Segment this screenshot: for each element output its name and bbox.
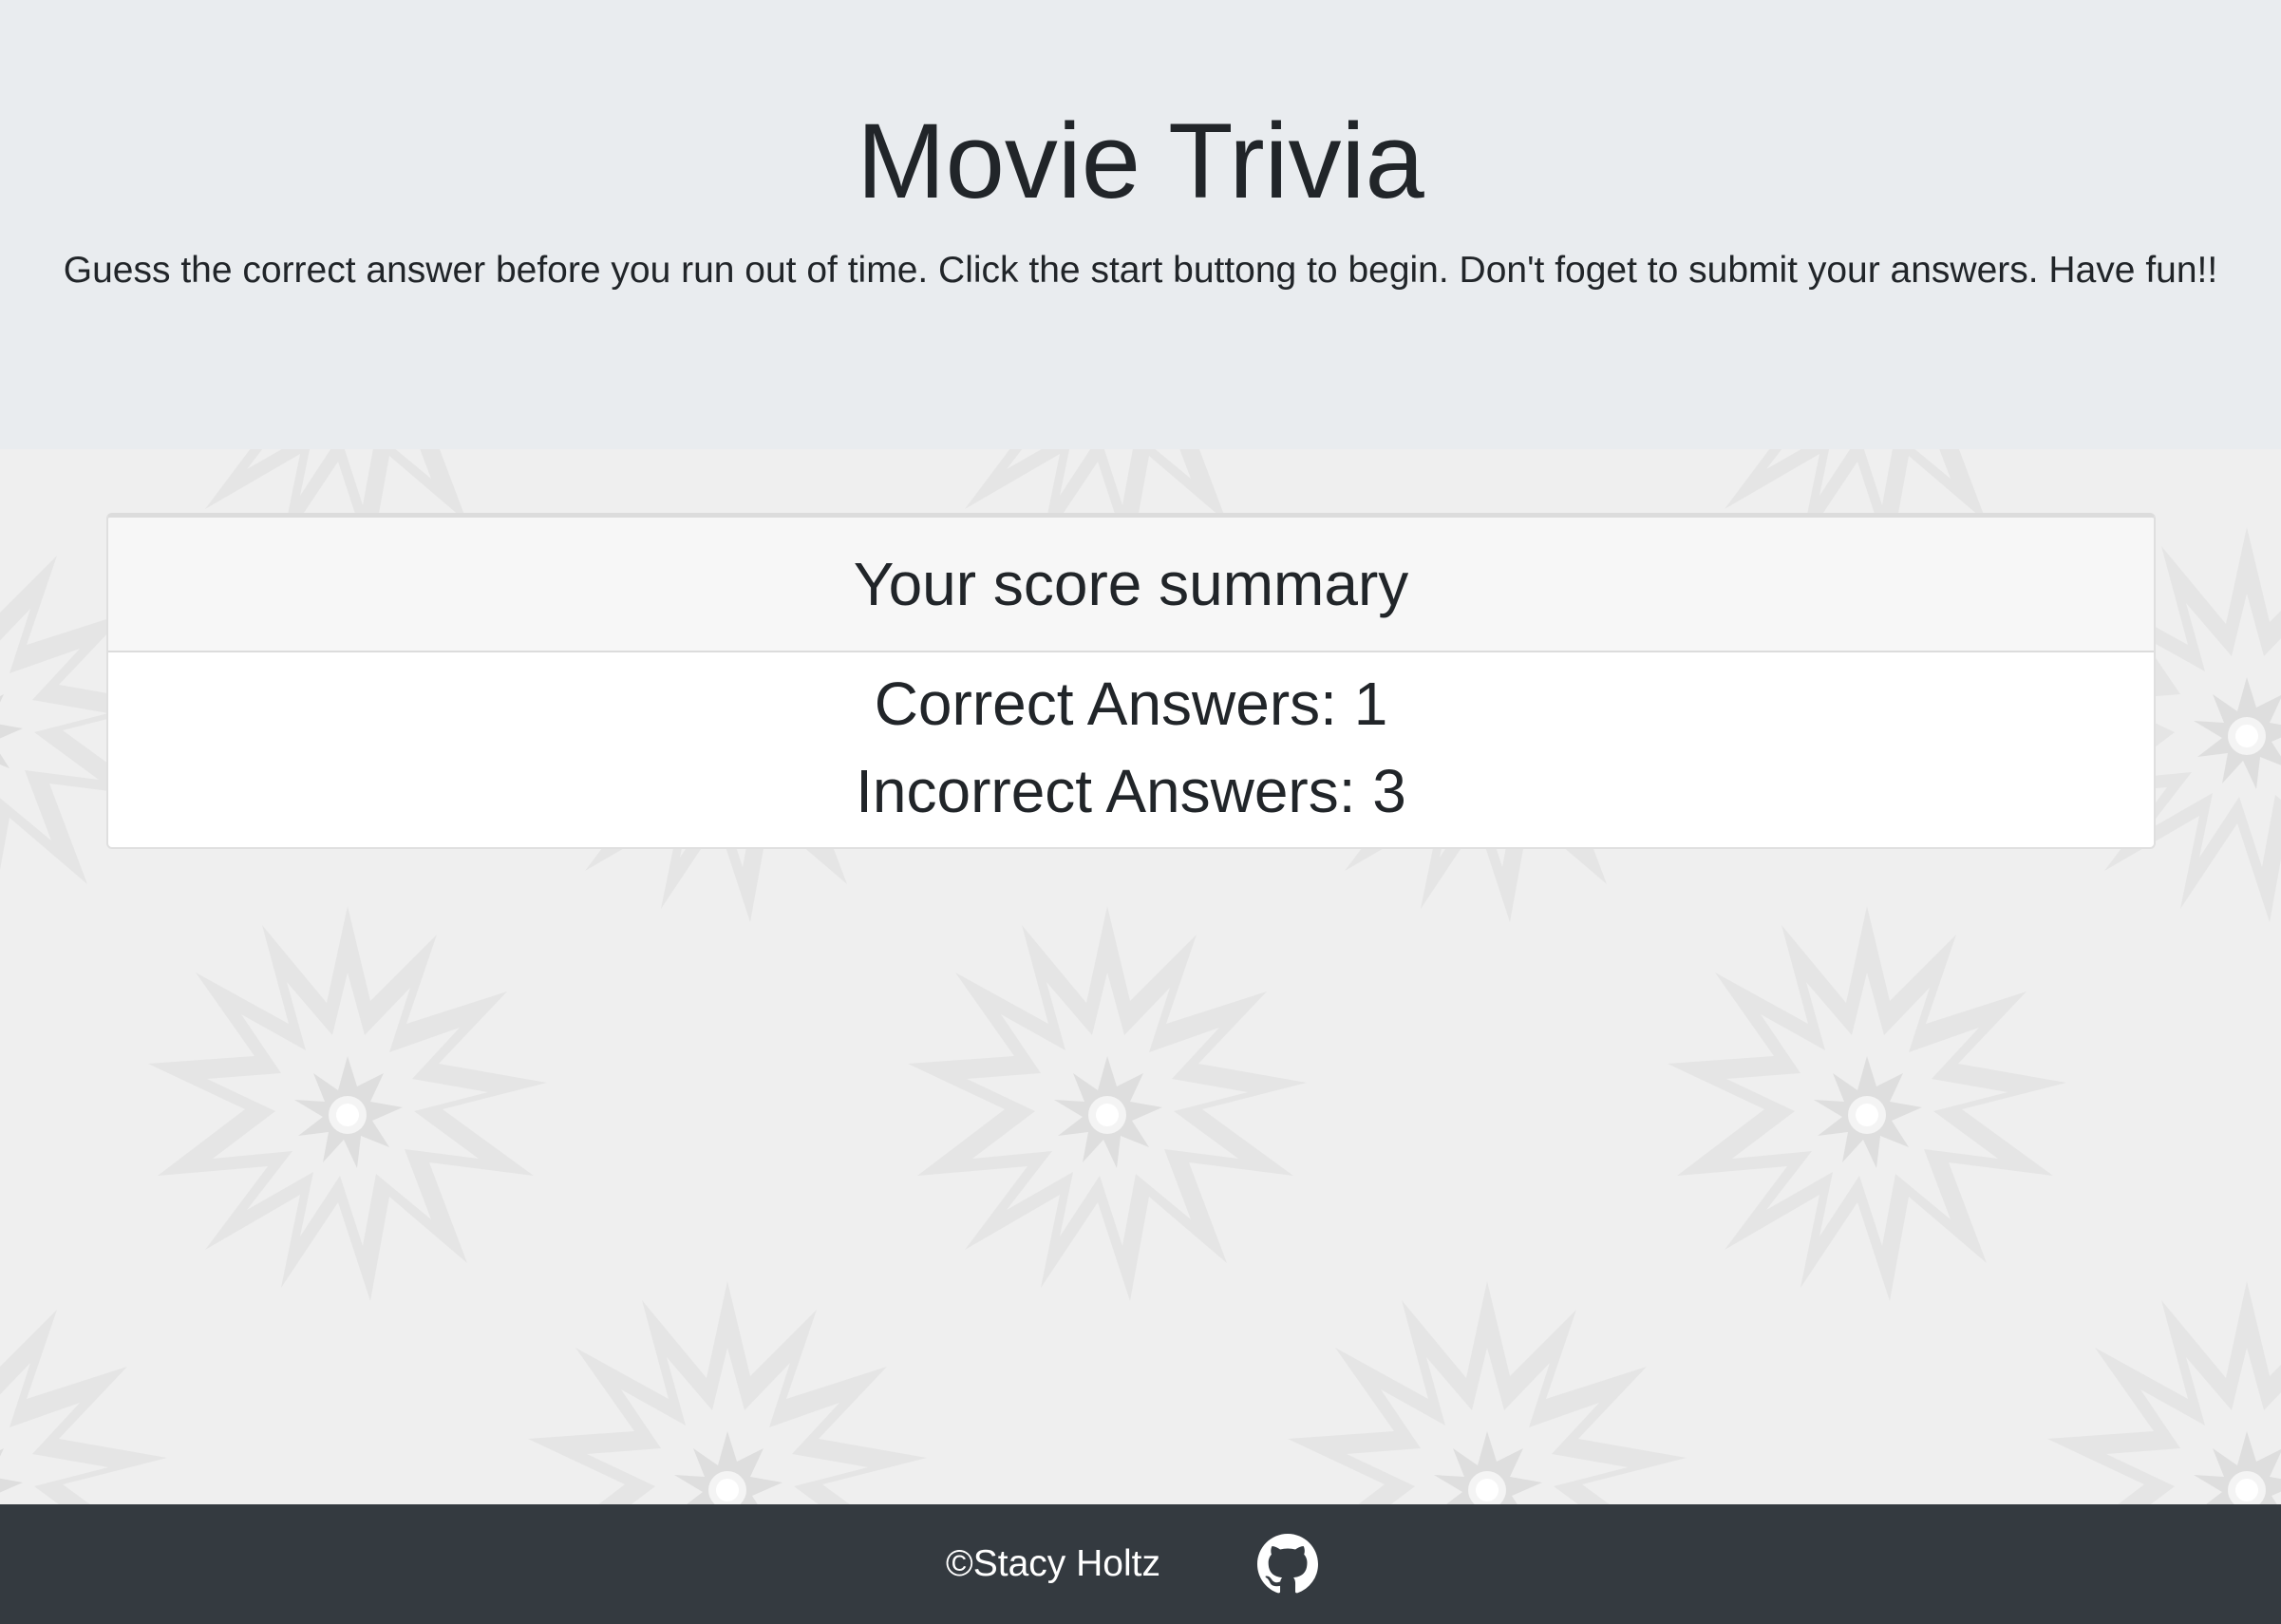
footer-copyright: ©Stacy Holtz: [946, 1543, 1160, 1584]
github-icon[interactable]: [1257, 1534, 1318, 1595]
incorrect-answers-label: Incorrect Answers:: [856, 757, 1356, 825]
correct-answers-value: 1: [1353, 670, 1388, 738]
page-title: Movie Trivia: [857, 102, 1424, 220]
score-card-title: Your score summary: [853, 550, 1409, 618]
correct-answers-line: Correct Answers: 1: [108, 660, 2154, 747]
page-subtitle: Guess the correct answer before you run …: [63, 250, 2218, 291]
incorrect-answers-line: Incorrect Answers: 3: [108, 747, 2154, 835]
score-card-body: Correct Answers: 1 Incorrect Answers: 3: [108, 652, 2154, 835]
footer: ©Stacy Holtz: [0, 1504, 2281, 1624]
incorrect-answers-value: 3: [1372, 757, 1406, 825]
score-summary-card: Your score summary Correct Answers: 1 In…: [106, 513, 2156, 849]
correct-answers-label: Correct Answers:: [874, 670, 1337, 738]
score-card-header: Your score summary: [108, 518, 2154, 652]
header-jumbotron: Movie Trivia Guess the correct answer be…: [0, 0, 2281, 449]
